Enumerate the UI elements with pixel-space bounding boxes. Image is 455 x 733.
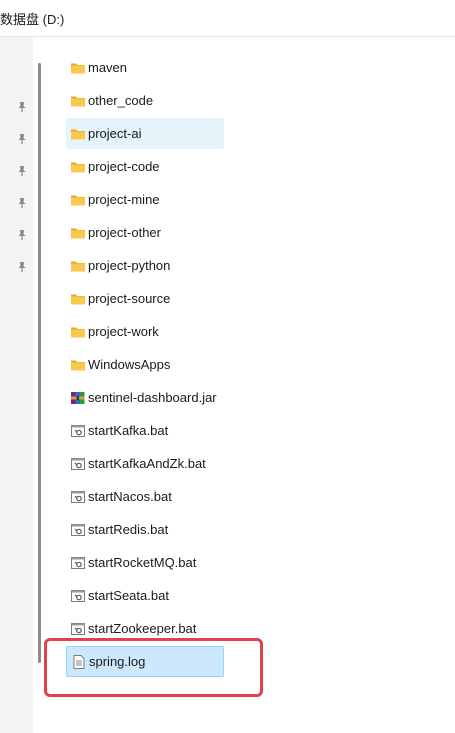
batch-file-icon bbox=[70, 489, 86, 505]
pin-icon[interactable] bbox=[16, 164, 28, 176]
file-name: project-python bbox=[88, 258, 171, 273]
file-name: project-work bbox=[88, 324, 159, 339]
file-name: startKafka.bat bbox=[88, 423, 169, 438]
folder-icon bbox=[70, 60, 86, 76]
file-name: startZookeeper.bat bbox=[88, 621, 197, 636]
navigation-pane bbox=[0, 37, 33, 733]
archive-icon bbox=[70, 390, 86, 406]
file-row[interactable]: project-mine bbox=[66, 184, 224, 215]
batch-file-icon bbox=[70, 555, 86, 571]
pin-icon[interactable] bbox=[16, 100, 28, 112]
file-row[interactable]: sentinel-dashboard.jar bbox=[66, 382, 224, 413]
batch-file-icon bbox=[70, 621, 86, 637]
file-name: startRocketMQ.bat bbox=[88, 555, 197, 570]
file-row[interactable]: startRocketMQ.bat bbox=[66, 547, 224, 578]
file-name: startNacos.bat bbox=[88, 489, 172, 504]
file-row[interactable]: startKafka.bat bbox=[66, 415, 224, 446]
file-name: maven bbox=[88, 60, 128, 75]
folder-icon bbox=[70, 258, 86, 274]
scrollbar-thumb[interactable] bbox=[38, 63, 41, 663]
file-row[interactable]: project-code bbox=[66, 151, 224, 182]
file-row[interactable]: startSeata.bat bbox=[66, 580, 224, 611]
file-row[interactable]: startRedis.bat bbox=[66, 514, 224, 545]
folder-icon bbox=[70, 159, 86, 175]
file-name: project-code bbox=[88, 159, 160, 174]
folder-icon bbox=[70, 291, 86, 307]
window-title: 数据盘 (D:) bbox=[0, 12, 65, 27]
file-name: sentinel-dashboard.jar bbox=[88, 390, 217, 405]
folder-icon bbox=[70, 357, 86, 373]
file-row[interactable]: project-python bbox=[66, 250, 224, 281]
file-row[interactable]: project-ai bbox=[66, 118, 224, 149]
annotation-highlight-box bbox=[44, 638, 263, 697]
file-row[interactable]: project-other bbox=[66, 217, 224, 248]
file-row[interactable]: project-source bbox=[66, 283, 224, 314]
folder-icon bbox=[70, 126, 86, 142]
title-bar: 数据盘 (D:) bbox=[0, 0, 455, 37]
file-name: project-mine bbox=[88, 192, 160, 207]
file-name: startSeata.bat bbox=[88, 588, 169, 603]
file-name: project-ai bbox=[88, 126, 142, 141]
pin-icon[interactable] bbox=[16, 196, 28, 208]
file-name: startKafkaAndZk.bat bbox=[88, 456, 206, 471]
pin-icon[interactable] bbox=[16, 260, 28, 272]
file-row[interactable]: startKafkaAndZk.bat bbox=[66, 448, 224, 479]
file-name: other_code bbox=[88, 93, 154, 108]
file-row[interactable]: startNacos.bat bbox=[66, 481, 224, 512]
file-name: project-other bbox=[88, 225, 161, 240]
file-name: project-source bbox=[88, 291, 171, 306]
scrollbar[interactable] bbox=[36, 37, 44, 733]
pin-icon[interactable] bbox=[16, 132, 28, 144]
folder-icon bbox=[70, 192, 86, 208]
batch-file-icon bbox=[70, 588, 86, 604]
batch-file-icon bbox=[70, 456, 86, 472]
folder-icon bbox=[70, 324, 86, 340]
file-row[interactable]: project-work bbox=[66, 316, 224, 347]
folder-icon bbox=[70, 93, 86, 109]
file-row[interactable]: maven bbox=[66, 52, 224, 83]
batch-file-icon bbox=[70, 522, 86, 538]
file-row[interactable]: WindowsApps bbox=[66, 349, 224, 380]
file-name: startRedis.bat bbox=[88, 522, 169, 537]
folder-icon bbox=[70, 225, 86, 241]
pin-icon[interactable] bbox=[16, 228, 28, 240]
file-row[interactable]: other_code bbox=[66, 85, 224, 116]
file-name: WindowsApps bbox=[88, 357, 171, 372]
batch-file-icon bbox=[70, 423, 86, 439]
